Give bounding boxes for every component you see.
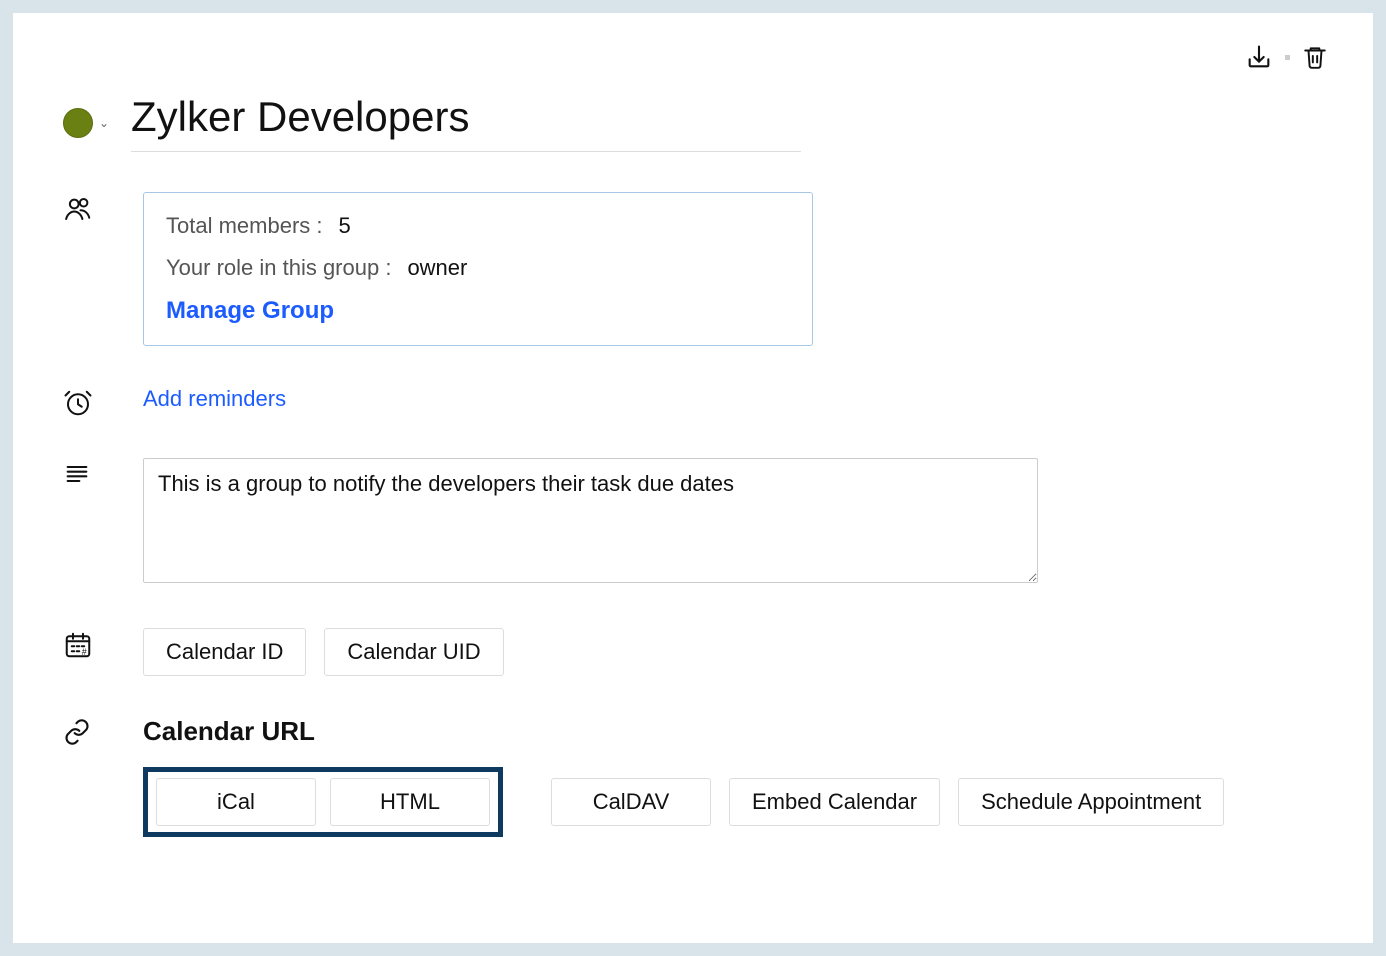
trash-icon[interactable]	[1302, 43, 1328, 71]
color-dot-icon	[63, 108, 93, 138]
group-settings-panel: ⌄ Zylker Developers Total members : 5	[12, 12, 1374, 944]
members-card: Total members : 5 Your role in this grou…	[143, 192, 813, 346]
export-icon[interactable]	[1245, 43, 1273, 71]
calendar-id-icon: #	[63, 630, 93, 660]
members-icon	[63, 194, 93, 224]
manage-group-link[interactable]: Manage Group	[166, 297, 790, 325]
add-reminders-link[interactable]: Add reminders	[143, 386, 286, 411]
description-icon	[63, 460, 91, 488]
description-section	[63, 458, 1323, 588]
chevron-down-icon: ⌄	[99, 116, 109, 130]
total-members-value: 5	[339, 213, 351, 239]
schedule-appointment-button[interactable]: Schedule Appointment	[958, 778, 1224, 826]
svg-text:#: #	[82, 647, 87, 657]
members-section: Total members : 5 Your role in this grou…	[63, 192, 1323, 346]
separator-dot	[1285, 55, 1290, 60]
reminders-section: Add reminders	[63, 386, 1323, 418]
ical-button[interactable]: iCal	[156, 778, 316, 826]
highlighted-url-options: iCal HTML	[143, 767, 503, 837]
role-value: owner	[407, 255, 467, 281]
group-title[interactable]: Zylker Developers	[131, 93, 801, 152]
top-actions	[1245, 43, 1328, 71]
calendar-id-section: # Calendar ID Calendar UID	[63, 628, 1323, 676]
total-members-label: Total members :	[166, 213, 323, 239]
calendar-url-heading: Calendar URL	[143, 716, 1224, 747]
html-button[interactable]: HTML	[330, 778, 490, 826]
alarm-icon	[63, 388, 93, 418]
calendar-uid-button[interactable]: Calendar UID	[324, 628, 503, 676]
role-label: Your role in this group :	[166, 255, 391, 281]
embed-calendar-button[interactable]: Embed Calendar	[729, 778, 940, 826]
description-textarea[interactable]	[143, 458, 1038, 583]
calendar-url-section: Calendar URL iCal HTML CalDAV Embed Cale…	[63, 716, 1323, 837]
caldav-button[interactable]: CalDAV	[551, 778, 711, 826]
color-picker[interactable]: ⌄	[63, 108, 113, 138]
calendar-id-button[interactable]: Calendar ID	[143, 628, 306, 676]
header-row: ⌄ Zylker Developers	[63, 93, 1323, 152]
link-icon	[63, 718, 91, 746]
